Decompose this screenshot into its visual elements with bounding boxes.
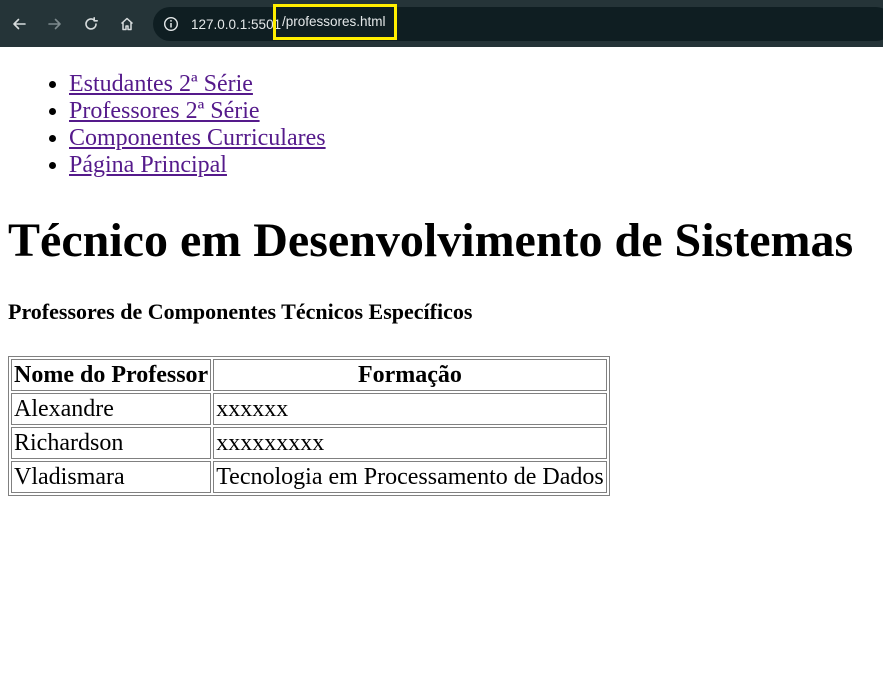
page-title: Técnico em Desenvolvimento de Sistemas (8, 214, 854, 267)
browser-toolbar: 127.0.0.1:5501 /professores.html (0, 0, 883, 47)
table-row: Richardson xxxxxxxxx (11, 427, 607, 459)
nav-item-professores: Professores 2ª Série (69, 98, 875, 125)
home-button[interactable] (109, 6, 145, 42)
nav-item-componentes: Componentes Curriculares (69, 125, 875, 152)
table-row: Vladismara Tecnologia em Processamento d… (11, 461, 607, 493)
nav-link-pagina-principal[interactable]: Página Principal (69, 152, 227, 178)
cell-nome: Richardson (11, 427, 212, 459)
arrow-right-icon (48, 18, 61, 29)
column-header-nome: Nome do Professor (11, 359, 212, 391)
cell-formacao: Tecnologia em Processamento de Dados (213, 461, 607, 493)
nav-item-estudantes: Estudantes 2ª Série (69, 71, 875, 98)
professors-table: Nome do Professor Formação Alexandre xxx… (8, 356, 610, 496)
forward-button[interactable] (37, 6, 73, 42)
table-header-row: Nome do Professor Formação (11, 359, 607, 391)
nav-link-componentes[interactable]: Componentes Curriculares (69, 125, 326, 151)
arrow-left-icon (13, 18, 26, 29)
column-header-formacao: Formação (213, 359, 607, 391)
url-path-highlight: /professores.html (273, 4, 397, 40)
cell-nome: Alexandre (11, 393, 212, 425)
url-host: 127.0.0.1:5501 (191, 16, 282, 32)
cell-nome: Vladismara (11, 461, 212, 493)
site-info-icon[interactable] (162, 15, 180, 33)
reload-button[interactable] (73, 6, 109, 42)
table-row: Alexandre xxxxxx (11, 393, 607, 425)
section-title: Professores de Componentes Técnicos Espe… (8, 299, 473, 324)
nav-link-professores[interactable]: Professores 2ª Série (69, 98, 260, 124)
info-icon (163, 16, 179, 32)
address-bar[interactable]: 127.0.0.1:5501 /professores.html (153, 4, 883, 41)
nav-link-estudantes[interactable]: Estudantes 2ª Série (69, 71, 253, 97)
cell-formacao: xxxxxxxxx (213, 427, 607, 459)
page-content: Estudantes 2ª Série Professores 2ª Série… (0, 71, 883, 496)
main-nav: Estudantes 2ª Série Professores 2ª Série… (8, 71, 875, 179)
home-icon (120, 17, 134, 30)
reload-icon (85, 16, 98, 30)
cell-formacao: xxxxxx (213, 393, 607, 425)
nav-item-pagina-principal: Página Principal (69, 152, 875, 179)
back-button[interactable] (1, 6, 37, 42)
